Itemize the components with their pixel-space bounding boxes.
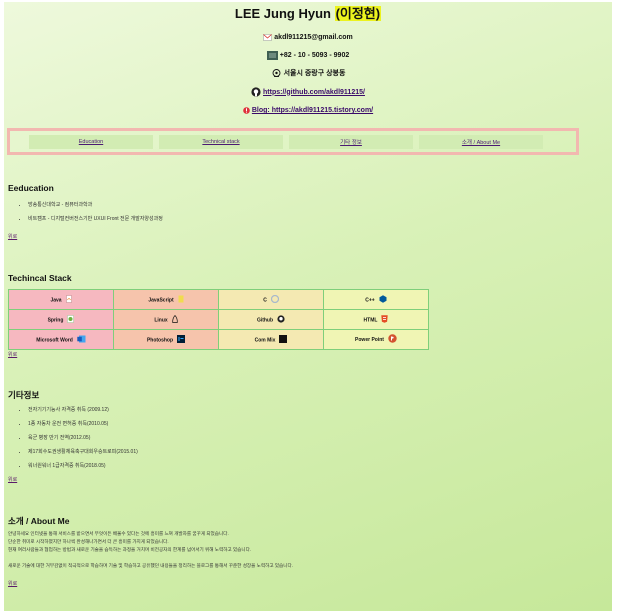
list-item: 비트캠프 - 디지털컨버전스기반 UXUI Front 전문 개발자양성과정 xyxy=(28,212,163,226)
blog-icon xyxy=(243,107,250,114)
location-icon xyxy=(271,69,282,78)
js-icon xyxy=(178,295,184,305)
back-to-top-link[interactable]: 위로 xyxy=(8,233,17,240)
about-line: 새로운 기술에 대한 거부감없이 적극적으로 학습하며 기술 및 학습하고 공유… xyxy=(8,563,294,568)
github-icon xyxy=(277,314,285,325)
email-text: akdl911215@gmail.com xyxy=(274,34,353,41)
stack-cell-powerpoint: Power Point xyxy=(323,329,429,350)
nav-technical-stack[interactable]: Technical stack xyxy=(159,134,283,149)
word-icon xyxy=(77,335,86,345)
name-text: LEE Jung Hyun xyxy=(234,6,335,21)
html-icon xyxy=(381,314,389,325)
photoshop-icon xyxy=(177,334,186,345)
stack-cell-cpp: C++ xyxy=(323,289,429,310)
phone-icon xyxy=(266,51,278,60)
spring-icon xyxy=(67,314,75,325)
stack-cell-photoshop: Photoshop xyxy=(113,329,219,350)
header: LEE Jung Hyun (이정현) akdl911215@gmail.com… xyxy=(4,2,612,115)
github-row: https://github.com/akdl911215/ xyxy=(4,87,612,97)
page-title: LEE Jung Hyun (이정현) xyxy=(4,4,612,24)
etc-list: 전자기기기능사 자격증 취득 (2009.12) 1종 자동차 운전 면허증 취… xyxy=(4,403,138,473)
about-line: 현재 여러사람들과 협업하는 방법과 새로운 기술을 습득하는 과정을 거치며 … xyxy=(8,547,252,552)
section-nav: Education Technical stack 기타 정보 소개 / Abo… xyxy=(7,128,579,155)
name-korean: (이정현) xyxy=(334,6,382,21)
stack-heading: Techincal Stack xyxy=(8,273,72,283)
phone-row: +82 - 10 - 5093 - 9902 xyxy=(4,51,612,60)
address-text: 서울시 중랑구 상봉동 xyxy=(283,70,346,77)
stack-cell-github: Github xyxy=(218,309,324,330)
blog-link[interactable]: Blog: https://akdl911215.tistory.com/ xyxy=(252,106,373,115)
about-line: 안녕하세요 인터넷을 통해 서비스를 받으면서 무엇이든 배울수 있다는 것에 … xyxy=(8,531,229,536)
nav-education[interactable]: Education xyxy=(29,134,153,149)
list-item: 방송통신대학교 - 컴퓨터과학과 xyxy=(28,198,163,212)
powerpoint-icon xyxy=(388,334,397,345)
back-to-top-link[interactable]: 위로 xyxy=(8,580,17,587)
nav-about-me[interactable]: 소개 / About Me xyxy=(419,134,543,149)
back-to-top-link[interactable]: 위로 xyxy=(8,476,17,483)
stack-cell-java: Java xyxy=(8,289,114,310)
table-row: Spring Linux Github HTML xyxy=(8,309,429,330)
github-link[interactable]: https://github.com/akdl911215/ xyxy=(263,88,365,97)
list-item: 1종 자동차 운전 면허증 취득(2010.05) xyxy=(28,417,138,431)
stack-cell-linux: Linux xyxy=(113,309,219,330)
stack-table: Java JavaScript C C++ Spring Linux Githu… xyxy=(8,289,429,350)
linux-icon xyxy=(172,314,178,325)
github-icon xyxy=(251,87,261,97)
list-item: 육군 병장 만기 전역(2012.05) xyxy=(28,431,138,445)
commix-icon xyxy=(279,334,288,345)
gmail-icon xyxy=(263,34,273,41)
table-row: Microsoft Word Photoshop Com Mix Power P… xyxy=(8,329,429,350)
table-row: Java JavaScript C C++ xyxy=(8,289,429,310)
cpp-icon xyxy=(379,294,387,305)
stack-cell-word: Microsoft Word xyxy=(8,329,114,350)
stack-cell-javascript: JavaScript xyxy=(113,289,219,310)
stack-cell-c: C xyxy=(218,289,324,310)
c-icon xyxy=(270,294,279,305)
list-item: 워너원워너 1급자격증 취득(2018.05) xyxy=(28,459,138,473)
education-list: 방송통신대학교 - 컴퓨터과학과 비트캠프 - 디지털컨버전스기반 UXUI F… xyxy=(4,198,163,226)
java-icon xyxy=(65,294,72,305)
blog-row: Blog: https://akdl911215.tistory.com/ xyxy=(4,106,612,115)
about-heading: 소개 / About Me xyxy=(8,516,70,526)
etc-heading: 기타정보 xyxy=(8,390,40,400)
address-row: 서울시 중랑구 상봉동 xyxy=(4,69,612,78)
list-item: 전자기기기능사 자격증 취득 (2009.12) xyxy=(28,403,138,417)
about-line: 단순한 취미로 시작하였지만 하나씩 완성해나가면서 더 큰 흥미를 가지게 되… xyxy=(8,539,169,544)
resume-page: LEE Jung Hyun (이정현) akdl911215@gmail.com… xyxy=(4,2,612,611)
stack-cell-commix: Com Mix xyxy=(218,329,324,350)
about-text: 안녕하세요 인터넷을 통해 서비스를 받으면서 무엇이든 배울수 있다는 것에 … xyxy=(8,530,568,570)
back-to-top-link[interactable]: 위로 xyxy=(8,351,17,358)
email-row: akdl911215@gmail.com xyxy=(4,33,612,42)
list-item: 제17회수도권생활체육축구대회우승트로피(2015.01) xyxy=(28,445,138,459)
nav-etc-info[interactable]: 기타 정보 xyxy=(289,134,413,149)
stack-cell-spring: Spring xyxy=(8,309,114,330)
phone-text: +82 - 10 - 5093 - 9902 xyxy=(279,52,350,59)
education-heading: Eeducation xyxy=(8,183,54,193)
about-line xyxy=(8,554,568,562)
stack-cell-html: HTML xyxy=(323,309,429,330)
